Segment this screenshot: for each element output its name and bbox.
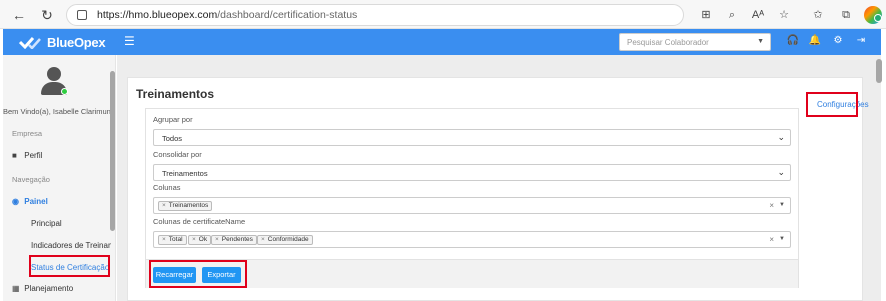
read-aloud-icon[interactable]: Aᴬ xyxy=(750,7,766,23)
tag-label: Total xyxy=(168,236,183,243)
tag-chip[interactable]: × Pendentes xyxy=(211,235,257,245)
tag-chip[interactable]: × Treinamentos xyxy=(158,201,213,211)
consolidate-select[interactable]: Treinamentos ⌄ xyxy=(153,164,791,181)
remove-tag-icon[interactable]: × xyxy=(162,202,166,209)
search-collaborator-select[interactable]: Pesquisar Colaborador ▼ xyxy=(619,33,771,51)
headset-support-icon[interactable]: 🎧 xyxy=(786,35,800,46)
chevron-down-icon: ⌄ xyxy=(777,132,785,142)
lock-icon xyxy=(77,10,87,20)
blueopex-logo-icon xyxy=(19,37,41,49)
tag-chip[interactable]: × Total xyxy=(158,235,187,245)
remove-tag-icon[interactable]: × xyxy=(261,236,265,243)
brand-name: BlueOpex xyxy=(47,35,106,50)
chevron-down-icon: ▼ xyxy=(757,38,764,45)
remove-tag-icon[interactable]: × xyxy=(215,236,219,243)
favorite-star-icon[interactable]: ☆ xyxy=(776,7,792,23)
browser-toolbar: ← ↻ https://hmo.blueopex.com/dashboard/c… xyxy=(0,0,886,29)
highlight-certification-status xyxy=(29,255,110,277)
remove-tag-icon[interactable]: × xyxy=(192,236,196,243)
cert-columns-multiselect[interactable]: × Total × Ok × Pendentes × Conformidade × ▼ xyxy=(153,231,791,248)
online-status-icon xyxy=(61,88,68,95)
gear-icon[interactable]: ⚙ xyxy=(831,35,845,46)
highlight-action-buttons xyxy=(149,260,247,288)
app-available-icon[interactable]: ⊞ xyxy=(698,7,714,23)
section-navigation: Navegação xyxy=(12,175,50,184)
remove-tag-icon[interactable]: × xyxy=(162,236,166,243)
sidebar-item-label: Painel xyxy=(24,197,48,206)
bell-icon[interactable]: 🔔 xyxy=(808,35,822,46)
columns-multiselect[interactable]: × Treinamentos × ▼ xyxy=(153,197,791,214)
tag-label: Pendentes xyxy=(221,236,253,243)
zoom-icon[interactable]: ⌕ xyxy=(724,7,740,23)
address-bar[interactable]: https://hmo.blueopex.com/dashboard/certi… xyxy=(66,4,684,26)
sidebar-item-planning[interactable]: ▦ Planejamento xyxy=(12,284,73,293)
tag-label: Treinamentos xyxy=(168,202,209,209)
sidebar-item-label: Planejamento xyxy=(24,284,74,293)
columns-label: Colunas xyxy=(153,183,181,192)
calendar-icon: ▦ xyxy=(12,284,20,293)
tag-label: Ok xyxy=(198,236,208,243)
reload-icon[interactable]: ↻ xyxy=(38,6,56,24)
search-collaborator-placeholder: Pesquisar Colaborador xyxy=(627,38,709,47)
dropdown-arrow-icon[interactable]: ▼ xyxy=(779,236,785,242)
app-navbar: BlueOpex ☰ Pesquisar Colaborador ▼ 🎧 🔔 ⚙… xyxy=(3,29,881,55)
sidebar-scrollbar[interactable] xyxy=(110,71,115,231)
chevron-down-icon: ⌄ xyxy=(777,167,785,177)
briefcase-icon: ■ xyxy=(12,151,17,160)
url-domain: https://hmo.blueopex.com xyxy=(97,9,218,21)
group-by-select[interactable]: Todos ⌄ xyxy=(153,129,791,146)
back-icon[interactable]: ← xyxy=(10,6,28,24)
tag-label: Conformidade xyxy=(267,236,309,243)
highlight-settings xyxy=(806,92,858,117)
main-scrollbar[interactable] xyxy=(876,59,882,83)
url-text: https://hmo.blueopex.com/dashboard/certi… xyxy=(97,9,357,21)
dashboard-icon: ◉ xyxy=(12,197,19,206)
extensions-icon[interactable]: ⧉ xyxy=(838,7,854,23)
consolidate-label: Consolidar por xyxy=(153,150,202,159)
dropdown-arrow-icon[interactable]: ▼ xyxy=(779,202,785,208)
notification-badge xyxy=(874,14,882,22)
sidebar-item-profile[interactable]: ■ Perfil xyxy=(12,151,42,160)
group-by-value: Todos xyxy=(162,134,183,143)
clear-icon[interactable]: × xyxy=(769,201,774,210)
avatar xyxy=(41,67,68,97)
sidebar-item-panel[interactable]: ◉ Painel xyxy=(12,197,48,206)
tag-chip[interactable]: × Conformidade xyxy=(257,235,313,245)
sidebar-sub-training-indicators[interactable]: Indicadores de Treinam xyxy=(31,241,111,250)
url-path: /dashboard/certification-status xyxy=(217,9,358,21)
tag-chip[interactable]: × Ok xyxy=(188,235,212,245)
page-title: Treinamentos xyxy=(136,87,215,101)
consolidate-value: Treinamentos xyxy=(162,169,208,178)
menu-toggle-icon[interactable]: ☰ xyxy=(124,34,135,48)
section-company: Empresa xyxy=(12,129,43,138)
favorites-list-icon[interactable]: ✩ xyxy=(810,7,826,23)
sidebar-sub-principal[interactable]: Principal xyxy=(31,219,111,228)
logout-icon[interactable]: ⇥ xyxy=(854,35,868,46)
welcome-text: Bem Vindo(a), Isabelle Clarimundo xyxy=(3,107,113,116)
clear-icon[interactable]: × xyxy=(769,235,774,244)
group-by-label: Agrupar por xyxy=(153,115,193,124)
sidebar-item-label: Perfil xyxy=(24,151,43,160)
cert-columns-label: Colunas de certificateName xyxy=(153,217,246,226)
